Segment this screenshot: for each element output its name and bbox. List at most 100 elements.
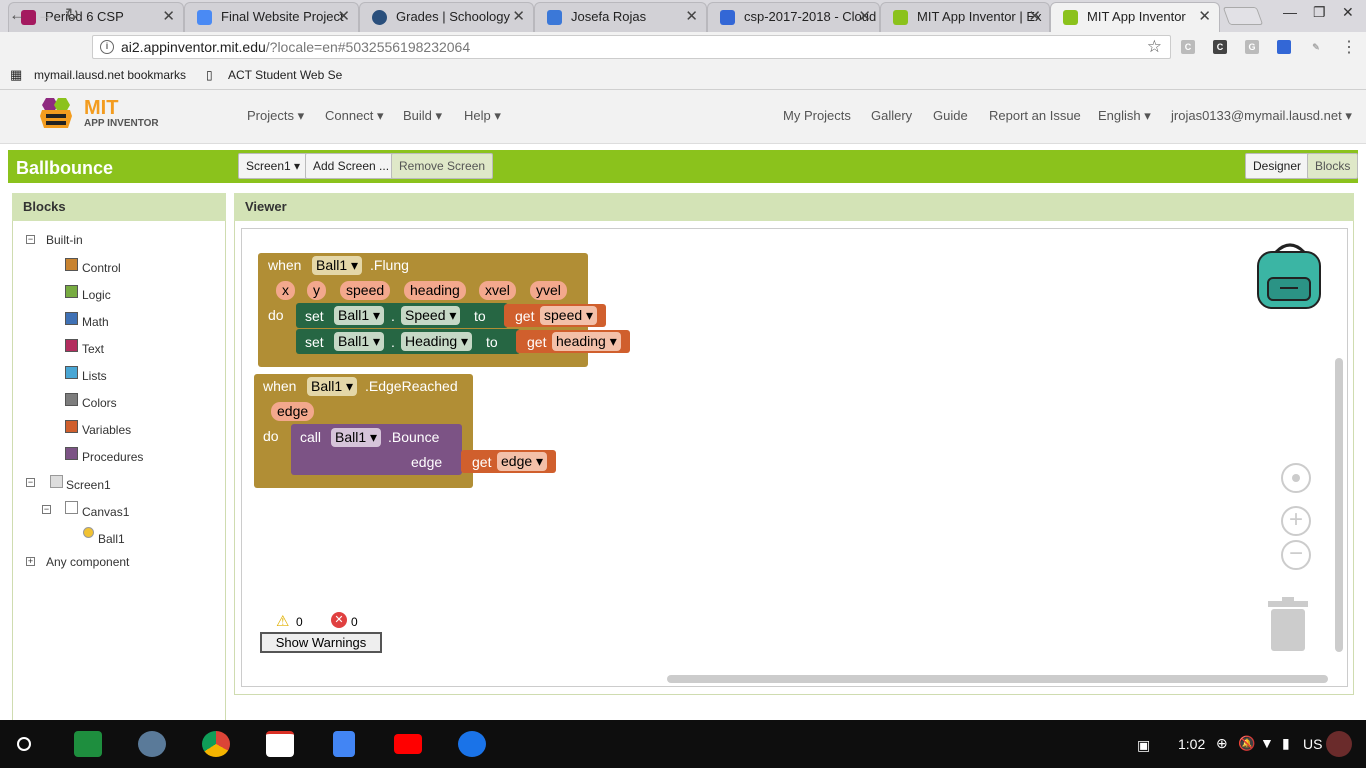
category-text[interactable]: Text <box>82 342 104 356</box>
close-tab-icon[interactable]: ✕ <box>858 3 871 31</box>
clock[interactable]: 1:02 <box>1178 736 1205 752</box>
menu-account[interactable]: jrojas0133@mymail.lausd.net ▾ <box>1171 108 1352 124</box>
blocks-button[interactable]: Blocks <box>1307 153 1359 179</box>
show-warnings-button[interactable]: Show Warnings <box>260 632 382 653</box>
forward-icon[interactable]: → <box>37 5 54 25</box>
component-dropdown[interactable]: Ball1 ▾ <box>334 306 385 325</box>
tab-mit-app-inventor-ex[interactable]: MIT App Inventor | Ex ✕ <box>880 2 1050 32</box>
chrome-menu-icon[interactable]: ⋮ <box>1341 37 1357 57</box>
bookmark-mymail[interactable]: mymail.lausd.net bookmarks <box>34 68 186 82</box>
tree-any-component[interactable]: Any component <box>46 555 129 569</box>
category-colors[interactable]: Colors <box>82 396 117 410</box>
menu-language[interactable]: English ▾ <box>1098 108 1151 124</box>
link-gallery[interactable]: Gallery <box>871 108 912 123</box>
zoom-in-icon[interactable]: + <box>1281 506 1311 536</box>
apps-icon[interactable]: ▦ <box>10 67 22 83</box>
property-dropdown[interactable]: Heading ▾ <box>401 332 473 351</box>
screen-select[interactable]: Screen1 ▾ <box>238 153 309 179</box>
center-icon[interactable] <box>1281 463 1311 493</box>
menu-connect[interactable]: Connect ▾ <box>325 108 384 124</box>
extension-icon[interactable]: C <box>1213 40 1227 54</box>
close-tab-icon[interactable]: ✕ <box>162 3 175 31</box>
variable-dropdown[interactable]: heading ▾ <box>552 332 621 351</box>
horizontal-scrollbar[interactable] <box>667 675 1328 683</box>
address-bar[interactable]: i ai2.appinventor.mit.edu/?locale=en#503… <box>92 35 1171 59</box>
component-dropdown[interactable]: Ball1 ▾ <box>307 377 358 396</box>
classroom-icon[interactable] <box>74 731 102 757</box>
param-heading[interactable]: heading <box>404 281 466 300</box>
tab-schoology[interactable]: Grades | Schoology ✕ <box>359 2 534 32</box>
menu-projects[interactable]: Projects ▾ <box>247 108 304 124</box>
back-icon[interactable]: ← <box>9 5 26 25</box>
add-screen-button[interactable]: Add Screen ... <box>305 153 398 179</box>
category-logic[interactable]: Logic <box>82 288 111 302</box>
menu-build[interactable]: Build ▾ <box>403 108 442 124</box>
launcher-icon[interactable] <box>17 737 31 751</box>
tab-period-6-csp[interactable]: Period 6 CSP ✕ <box>8 2 184 32</box>
vertical-scrollbar[interactable] <box>1335 358 1343 652</box>
component-dropdown[interactable]: Ball1 ▾ <box>331 428 382 447</box>
designer-button[interactable]: Designer <box>1245 153 1310 179</box>
category-variables[interactable]: Variables <box>82 423 131 437</box>
category-math[interactable]: Math <box>82 315 109 329</box>
param-xvel[interactable]: xvel <box>479 281 516 300</box>
input-locale[interactable]: US <box>1303 736 1322 752</box>
tree-builtin[interactable]: Built-in <box>46 233 83 247</box>
remove-screen-button[interactable]: Remove Screen <box>391 153 494 179</box>
tab-csp-cloud[interactable]: csp-2017-2018 - Cloud ✕ <box>707 2 880 32</box>
property-dropdown[interactable]: Speed ▾ <box>401 306 461 325</box>
new-tab-button[interactable] <box>1222 7 1264 25</box>
tab-final-website-project[interactable]: Final Website Project ✕ <box>184 2 359 32</box>
maximize-icon[interactable]: ❐ <box>1313 4 1326 21</box>
trash-icon[interactable] <box>1266 597 1310 653</box>
bookmark-star-icon[interactable]: ☆ <box>1147 37 1162 57</box>
variable-dropdown[interactable]: speed ▾ <box>540 306 598 325</box>
tree-canvas1[interactable]: Canvas1 <box>82 505 129 519</box>
category-control[interactable]: Control <box>82 261 121 275</box>
component-dropdown[interactable]: Ball1 ▾ <box>312 256 363 275</box>
component-dropdown[interactable]: Ball1 ▾ <box>334 332 385 351</box>
files-icon[interactable] <box>458 731 486 757</box>
docs-icon[interactable] <box>333 731 355 757</box>
variable-dropdown[interactable]: edge ▾ <box>497 452 548 471</box>
minimize-icon[interactable]: — <box>1283 4 1297 20</box>
app-inventor-logo-icon[interactable] <box>36 96 76 132</box>
bookmark-act[interactable]: ACT Student Web Se <box>228 68 342 82</box>
close-tab-icon[interactable]: ✕ <box>1028 3 1041 31</box>
shield-app-icon[interactable] <box>138 731 166 757</box>
extension-icon[interactable] <box>1277 40 1291 54</box>
gmail-icon[interactable] <box>266 731 294 757</box>
chrome-icon[interactable] <box>202 731 230 757</box>
category-procedures[interactable]: Procedures <box>82 450 143 464</box>
param-edge[interactable]: edge <box>271 402 315 421</box>
category-lists[interactable]: Lists <box>82 369 107 383</box>
tab-josefa-rojas[interactable]: Josefa Rojas ✕ <box>534 2 707 32</box>
expand-any-component-icon[interactable]: + <box>26 557 35 566</box>
link-report-issue[interactable]: Report an Issue <box>989 108 1081 123</box>
youtube-icon[interactable] <box>394 734 422 754</box>
extension-icon[interactable]: ✎ <box>1309 40 1323 54</box>
backpack-icon[interactable] <box>1256 240 1324 312</box>
collapse-canvas-icon[interactable]: − <box>42 505 51 514</box>
param-x[interactable]: x <box>276 281 295 300</box>
avatar[interactable] <box>1326 731 1352 757</box>
tree-screen1[interactable]: Screen1 <box>66 478 111 492</box>
link-guide[interactable]: Guide <box>933 108 968 123</box>
param-y[interactable]: y <box>307 281 326 300</box>
menu-help[interactable]: Help ▾ <box>464 108 501 124</box>
info-icon[interactable]: i <box>100 40 114 54</box>
zoom-out-icon[interactable]: − <box>1281 540 1311 570</box>
reload-icon[interactable]: ↻ <box>65 5 79 25</box>
extension-icon[interactable]: G <box>1245 40 1259 54</box>
link-my-projects[interactable]: My Projects <box>783 108 851 123</box>
tab-mit-app-inventor[interactable]: MIT App Inventor ✕ <box>1050 2 1220 32</box>
close-tab-icon[interactable]: ✕ <box>512 3 525 31</box>
tree-ball1[interactable]: Ball1 <box>98 532 125 546</box>
screenshot-icon[interactable]: ▣ <box>1137 737 1150 754</box>
collapse-screen-icon[interactable]: − <box>26 478 35 487</box>
close-tab-icon[interactable]: ✕ <box>1198 3 1211 31</box>
collapse-builtin-icon[interactable]: − <box>26 235 35 244</box>
param-speed[interactable]: speed <box>340 281 391 300</box>
extension-icon[interactable]: C <box>1181 40 1195 54</box>
close-tab-icon[interactable]: ✕ <box>685 3 698 31</box>
